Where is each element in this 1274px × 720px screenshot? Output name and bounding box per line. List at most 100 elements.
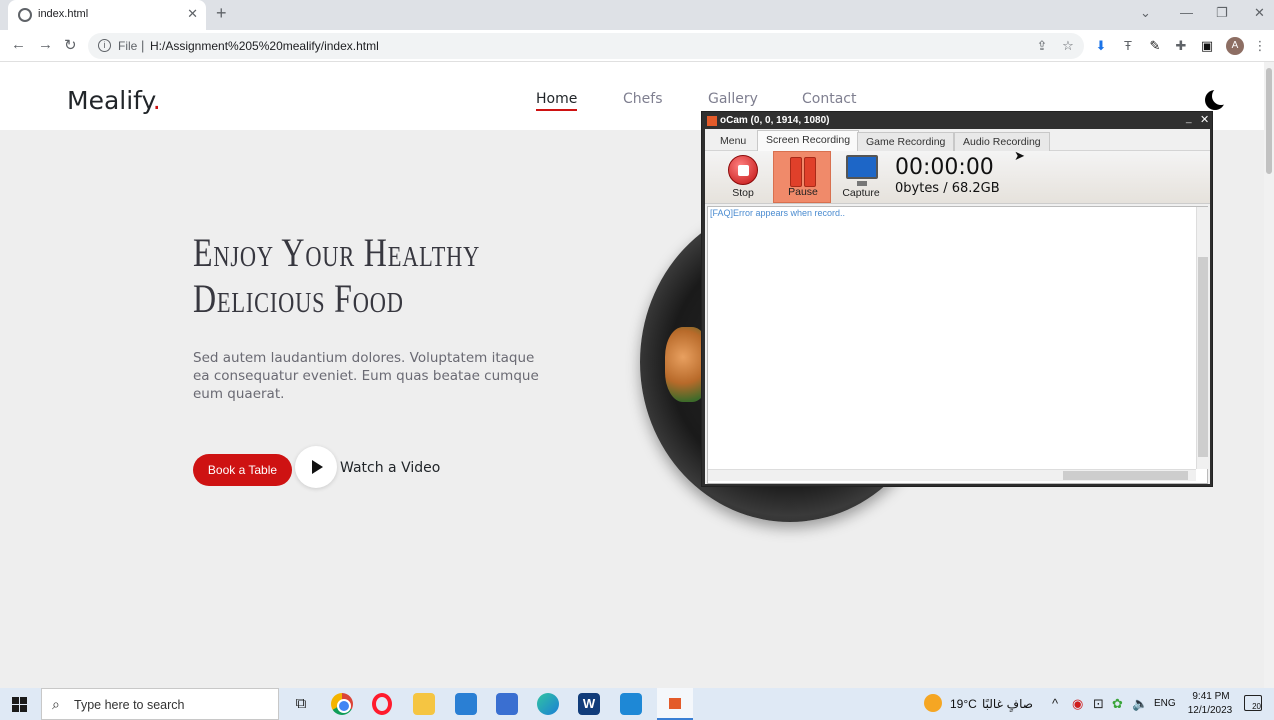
storage-readout: 0bytes / 68.2GB xyxy=(895,181,1000,196)
clock-date[interactable]: 12/1/2023 xyxy=(1186,705,1234,716)
tab-close-icon[interactable]: ✕ xyxy=(187,6,198,22)
nav-contact[interactable]: Contact xyxy=(802,91,856,107)
log-vscroll-thumb[interactable] xyxy=(1198,257,1208,457)
tray-chevron-up-icon[interactable]: ^ xyxy=(1052,696,1058,711)
nav-gallery[interactable]: Gallery xyxy=(708,91,758,107)
profile-avatar[interactable]: A xyxy=(1226,37,1244,55)
pause-icon xyxy=(790,157,816,187)
chrome-icon[interactable] xyxy=(331,693,353,715)
log-hscroll-thumb[interactable] xyxy=(1063,471,1188,480)
ocam-close-icon[interactable]: ✕ xyxy=(1200,113,1209,126)
ocam-body: Menu Screen Recording Game Recording Aud… xyxy=(705,129,1210,484)
ocam-tab-audio-recording[interactable]: Audio Recording xyxy=(954,132,1050,151)
play-video-icon[interactable] xyxy=(295,446,337,488)
app-tray-icon[interactable]: ✿ xyxy=(1112,696,1123,712)
dark-mode-moon-icon[interactable] xyxy=(1205,87,1230,110)
minimize-icon[interactable]: — xyxy=(1180,5,1193,20)
side-panel-icon[interactable]: ▣ xyxy=(1199,38,1215,54)
vscode-icon[interactable] xyxy=(620,693,642,715)
forward-icon[interactable]: → xyxy=(38,36,53,53)
ocam-app-icon xyxy=(707,116,717,126)
book-table-button[interactable]: Book a Table xyxy=(193,454,292,486)
info-icon[interactable]: i xyxy=(98,39,111,52)
task-view-icon[interactable]: ⧉ xyxy=(290,693,312,715)
clock-time[interactable]: 9:41 PM xyxy=(1190,691,1232,702)
close-window-icon[interactable]: ✕ xyxy=(1254,5,1265,21)
stop-button[interactable]: Stop xyxy=(714,151,772,203)
ocam-titlebar[interactable]: oCam (0, 0, 1914, 1080) _ ✕ xyxy=(702,112,1212,129)
log-horizontal-scrollbar[interactable] xyxy=(708,469,1196,481)
faq-link[interactable]: [FAQ]Error appears when record.. xyxy=(710,208,845,218)
cursor-icon: ➤ xyxy=(1014,148,1025,163)
browser-tab[interactable]: index.html ✕ xyxy=(8,0,206,30)
scrollbar-thumb[interactable] xyxy=(1266,68,1272,174)
ocam-title: oCam (0, 0, 1914, 1080) xyxy=(720,115,830,126)
browser-tab-strip: index.html ✕ + ⌄ — ❐ ✕ xyxy=(0,0,1274,30)
logo-text: Mealify xyxy=(67,86,153,115)
w-app-icon[interactable]: W xyxy=(578,693,600,715)
recording-timer: 00:00:00 xyxy=(895,155,994,180)
ocam-window: oCam (0, 0, 1914, 1080) _ ✕ Menu Screen … xyxy=(701,111,1213,487)
language-indicator[interactable]: ENG xyxy=(1154,698,1176,709)
url-scheme: File xyxy=(118,39,138,53)
nav-chefs[interactable]: Chefs xyxy=(623,91,662,107)
globe-icon xyxy=(18,8,32,22)
opera-tray-icon[interactable]: ◉ xyxy=(1072,696,1083,712)
notification-center-icon[interactable]: 20 xyxy=(1244,695,1262,711)
nav-home[interactable]: Home xyxy=(536,91,578,111)
search-placeholder: Type here to search xyxy=(74,698,185,712)
ocam-tab-menu[interactable]: Menu xyxy=(712,132,754,151)
taskbar-search-box[interactable]: ⌕ Type here to search xyxy=(41,688,279,720)
windows-start-icon[interactable] xyxy=(12,697,27,712)
address-bar[interactable]: i File | H:/Assignment%205%20mealify/ind… xyxy=(88,33,1084,59)
logo-dot: . xyxy=(152,86,161,115)
pause-label: Pause xyxy=(788,186,818,198)
ocam-minimize-icon[interactable]: _ xyxy=(1186,113,1192,124)
download-icon[interactable]: ⬇ xyxy=(1093,38,1109,54)
opera-icon[interactable] xyxy=(372,693,392,715)
meet-tray-icon[interactable]: ⊡ xyxy=(1093,696,1104,712)
microsoft-store-icon[interactable] xyxy=(496,693,518,715)
stop-icon xyxy=(728,155,758,185)
capture-button[interactable]: Capture xyxy=(832,151,890,203)
hero-title-line2: Delicious Food xyxy=(193,276,404,321)
windows-taskbar: ⌕ Type here to search ⧉ W 19°C صافٍ غالب… xyxy=(0,688,1274,720)
file-explorer-icon[interactable] xyxy=(413,693,435,715)
new-tab-button[interactable]: + xyxy=(216,3,227,24)
url-separator: | xyxy=(141,38,145,53)
mail-icon[interactable] xyxy=(455,693,477,715)
ocam-taskbar-icon[interactable] xyxy=(657,688,693,720)
hero-description: Sed autem laudantium dolores. Voluptatem… xyxy=(193,350,539,402)
tab-title: index.html xyxy=(38,8,89,20)
ocam-toolbar: Stop Pause Capture 00:00:00 0bytes / 68.… xyxy=(705,151,1210,204)
weather-moon-icon[interactable] xyxy=(924,694,942,712)
tab-search-icon[interactable]: ⌄ xyxy=(1140,5,1151,21)
restore-icon[interactable]: ❐ xyxy=(1216,5,1228,21)
back-icon[interactable]: ← xyxy=(11,36,26,53)
reload-icon[interactable]: ↻ xyxy=(64,36,77,54)
bookmark-star-icon[interactable]: ☆ xyxy=(1060,38,1076,54)
edge-icon[interactable] xyxy=(537,693,559,715)
stop-label: Stop xyxy=(732,187,754,199)
ocam-tab-game-recording[interactable]: Game Recording xyxy=(857,132,955,151)
pause-button[interactable]: Pause xyxy=(773,151,831,203)
search-icon: ⌕ xyxy=(52,696,60,712)
text-extension-icon[interactable]: Ŧ xyxy=(1120,38,1136,54)
url-text[interactable]: H:/Assignment%205%20mealify/index.html xyxy=(150,39,379,53)
hero-title-line1: Enjoy Your Healthy xyxy=(193,230,481,275)
page-scrollbar[interactable] xyxy=(1264,62,1274,688)
weather-description: صافٍ غالبًا xyxy=(982,697,1033,711)
log-vertical-scrollbar[interactable] xyxy=(1196,207,1208,469)
temperature: 19°C xyxy=(950,697,977,711)
ocam-tabs: Menu Screen Recording Game Recording Aud… xyxy=(705,129,1210,152)
pen-extension-icon[interactable]: ✎ xyxy=(1147,38,1163,54)
ocam-tab-screen-recording[interactable]: Screen Recording xyxy=(757,130,860,152)
ocam-log-panel: [FAQ]Error appears when record.. xyxy=(707,206,1208,484)
site-logo[interactable]: Mealify. xyxy=(67,86,161,115)
menu-kebab-icon[interactable]: ⋮ xyxy=(1252,38,1268,54)
monitor-icon xyxy=(846,155,878,186)
volume-icon[interactable]: 🔈 xyxy=(1132,696,1148,712)
extensions-puzzle-icon[interactable]: ✚ xyxy=(1173,38,1189,54)
share-icon[interactable]: ⇪ xyxy=(1034,38,1050,54)
watch-video-link[interactable]: Watch a Video xyxy=(340,460,440,476)
